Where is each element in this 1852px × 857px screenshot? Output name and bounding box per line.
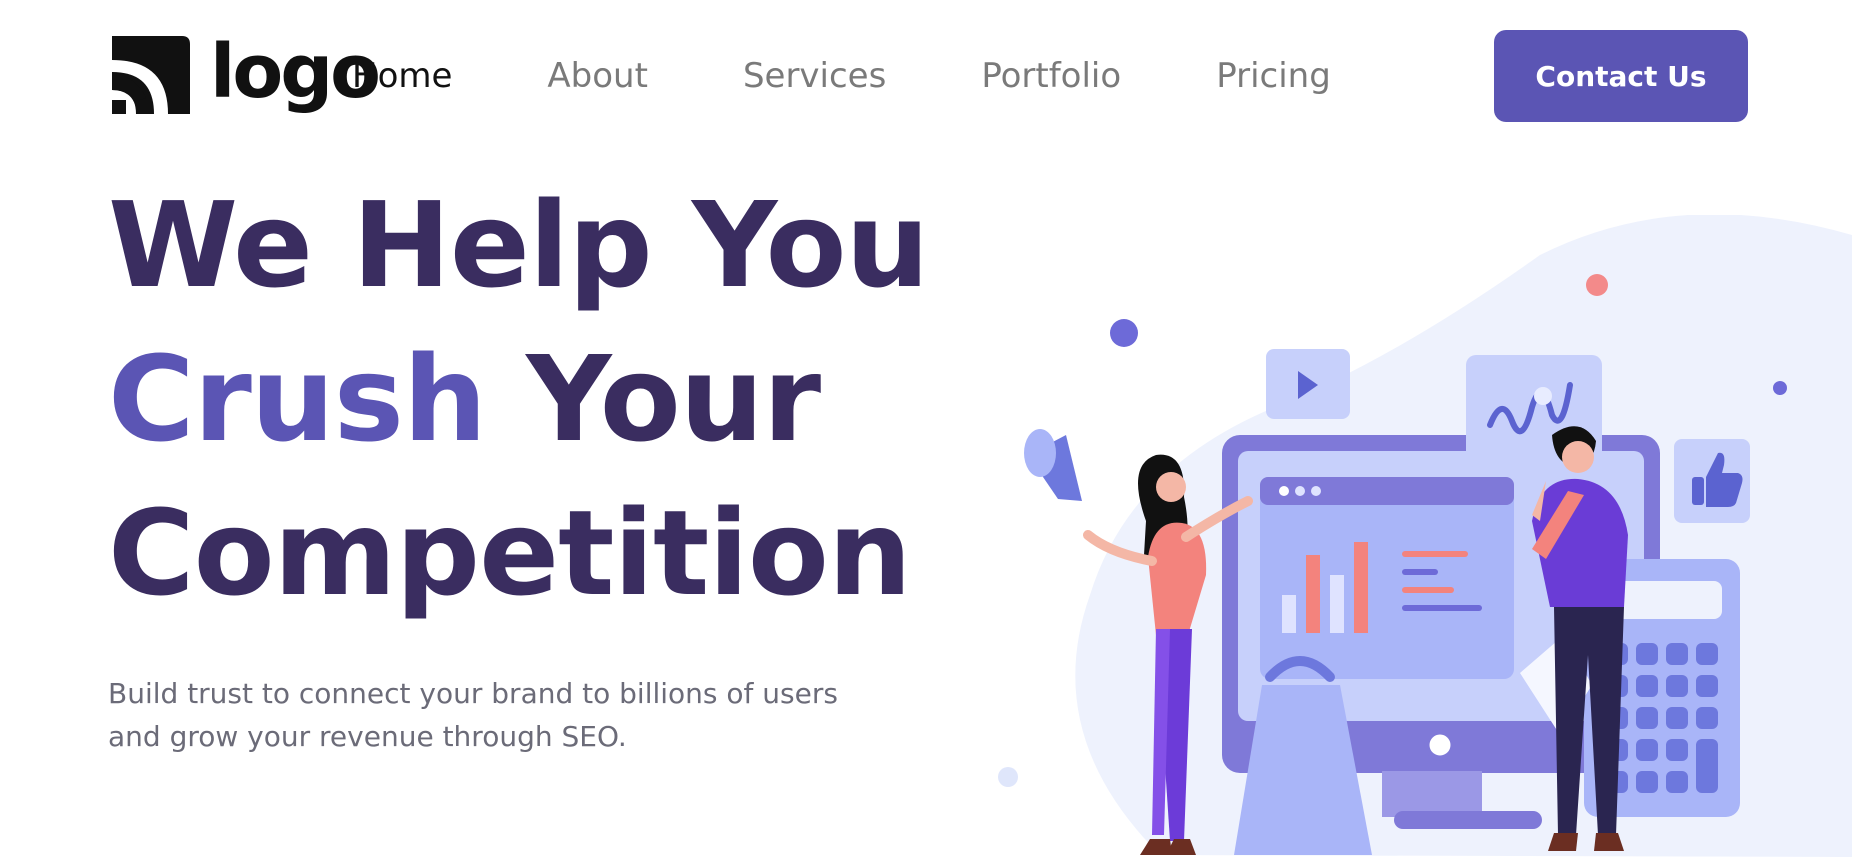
thumbs-up-icon bbox=[1674, 439, 1750, 523]
hero-title-accent: Crush bbox=[108, 330, 487, 468]
play-icon bbox=[1266, 349, 1350, 419]
dot-pink bbox=[1586, 274, 1608, 296]
hero-title-line-3: Competition bbox=[108, 484, 912, 622]
hero-title: We Help You Crush Your Competition bbox=[108, 168, 930, 630]
nav-about[interactable]: About bbox=[547, 52, 648, 100]
nav-portfolio[interactable]: Portfolio bbox=[981, 52, 1121, 100]
hero-description: Build trust to connect your brand to bil… bbox=[108, 677, 838, 753]
browser-window-icon bbox=[1260, 477, 1514, 679]
hero-illustration bbox=[998, 215, 1852, 857]
dot-small-purple bbox=[1773, 381, 1787, 395]
nav-home[interactable]: Home bbox=[352, 52, 452, 100]
hero-title-line-1: We Help You bbox=[108, 176, 930, 314]
contact-us-button[interactable]: Contact Us bbox=[1494, 30, 1748, 122]
logo-mark-icon bbox=[108, 32, 194, 118]
hero-title-line-2: Your bbox=[486, 330, 821, 468]
nav-pricing[interactable]: Pricing bbox=[1216, 52, 1331, 100]
site-header: logo Home About Services Portfolio Prici… bbox=[0, 0, 1852, 150]
nav-services[interactable]: Services bbox=[743, 52, 886, 100]
logo[interactable]: logo bbox=[108, 32, 381, 118]
dot-purple bbox=[1110, 319, 1138, 347]
dot-light bbox=[998, 767, 1018, 787]
main-nav: Home About Services Portfolio Pricing bbox=[352, 52, 1426, 100]
